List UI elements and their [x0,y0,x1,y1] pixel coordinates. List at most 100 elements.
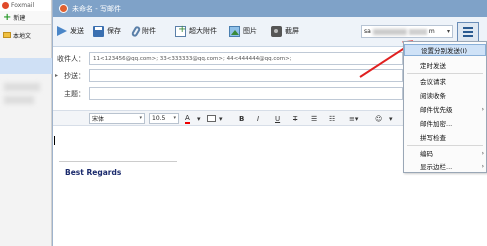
font-family-value: 宋体 [92,116,105,123]
signature-text: Best Regards [65,168,122,177]
mail-client-titlebar: Foxmail [0,0,51,11]
chevron-down-icon: ▾ [197,114,201,123]
highlight-button[interactable] [207,113,216,124]
menu-item-label: 会议请求 [420,78,446,86]
menu-item-meeting-request[interactable]: 会议请求 [404,75,486,87]
menu-item-label: 邮件优先级 [420,106,453,114]
menu-item-encoding[interactable]: 编码 › [404,147,486,159]
italic-button[interactable]: I [257,113,259,124]
cc-label: 抄送： [64,71,85,80]
italic-icon: I [257,114,260,123]
save-icon [93,25,104,37]
font-color-button[interactable]: A [185,113,190,124]
selected-account-item[interactable] [0,58,52,74]
chevron-down-icon: ▾ [219,114,223,123]
font-color-dropdown[interactable]: ▾ [197,113,201,124]
hamburger-icon [463,27,473,29]
menu-item-label: 阅读收条 [420,92,446,100]
save-label: 保存 [107,27,121,35]
menu-item-separate-send[interactable]: 设置分别发送(I) [404,44,486,56]
bold-button[interactable]: B [239,113,244,124]
numbered-list-button[interactable]: ☷ [329,113,335,124]
emoji-button[interactable]: ☺ [375,113,382,124]
screenshot-label: 截屏 [285,27,299,35]
compose-titlebar: 未命名 - 写邮件 [53,0,487,17]
blurred-account-item[interactable] [4,96,34,104]
mail-client-sidebar: Foxmail + 新建 本地文 [0,0,52,246]
paperclip-icon [130,24,142,38]
new-mail-button[interactable]: + 新建 [0,11,51,25]
subject-input[interactable] [89,87,403,100]
send-button[interactable]: 发送 [57,23,84,39]
new-mail-label: 新建 [13,15,26,22]
menu-item-show-sidebar[interactable]: 显示边栏... › [404,160,486,172]
more-options-menu-button[interactable] [457,22,479,42]
menu-item-label: 显示边栏... [420,163,453,171]
chevron-right-icon: › [481,105,484,113]
menu-item-label: 设置分别发送(I) [421,47,467,55]
image-label: 图片 [243,27,257,35]
font-family-select[interactable]: 宋体 ▾ [89,113,145,124]
menu-item-scheduled-send[interactable]: 定时发送 [404,59,486,71]
menu-item-label: 定时发送 [420,62,446,70]
hamburger-icon-line [463,35,473,37]
align-icon: ≡▾ [349,114,359,123]
menu-item-encrypt[interactable]: 邮件加密... [404,117,486,129]
menu-item-label: 邮件加密... [420,120,453,128]
chevron-down-icon: ▾ [139,115,142,121]
local-folder-item[interactable]: 本地文 [0,29,51,41]
mail-client-title: Foxmail [11,2,35,9]
chevron-down-icon: ▾ [446,28,450,35]
menu-item-spell-check[interactable]: 拼写检查 [404,131,486,143]
to-input[interactable]: 11<123456@qq.com>; 33<333333@qq.com>; 44… [89,52,403,65]
blurred-account-item[interactable] [4,83,40,91]
highlight-icon [207,115,216,122]
strikethrough-button[interactable]: T [293,113,297,124]
plus-icon: + [3,11,12,23]
folder-icon [3,32,11,38]
local-folder-label: 本地文 [13,32,32,40]
menu-item-label: 编码 [420,150,433,158]
save-button[interactable]: 保存 [93,23,121,39]
numbered-list-icon: ☷ [329,114,336,123]
underline-button[interactable]: U [275,113,280,124]
menu-item-read-receipt[interactable]: 阅读收条 [404,89,486,101]
font-size-value: 10.5 [152,115,166,122]
bullet-list-icon: ☰ [311,114,318,123]
highlight-dropdown[interactable]: ▾ [219,113,223,124]
font-color-icon: A [185,113,190,122]
camera-icon [271,25,282,37]
hamburger-icon-line [463,31,473,33]
compose-window-title: 未命名 - 写邮件 [72,4,121,13]
signature-divider [59,161,177,162]
emoji-dropdown[interactable]: ▾ [389,113,393,124]
big-attach-label: 超大附件 [189,27,217,35]
menu-separator [407,145,483,146]
image-button[interactable]: 图片 [229,23,257,39]
foxmail-logo-icon [2,2,9,9]
menu-item-priority[interactable]: 邮件优先级 › [404,103,486,115]
subject-label: 主题： [64,89,85,98]
underline-icon: U [275,114,281,123]
big-attach-button[interactable]: 超大附件 [175,23,217,39]
bullet-list-button[interactable]: ☰ [311,113,317,124]
screen: Foxmail + 新建 本地文 未命名 - 写邮件 发送 保存 附件 + 超大… [0,0,487,246]
chevron-down-icon: ▾ [173,115,176,121]
emoji-icon: ☺ [375,114,383,123]
account-selector[interactable]: sa m ▾ [361,25,453,38]
cc-input[interactable] [89,69,403,82]
send-icon [57,26,67,36]
expand-cc-icon[interactable]: ▸ [55,72,58,79]
font-size-select[interactable]: 10.5 ▾ [149,113,179,124]
chevron-right-icon: › [481,162,484,170]
blurred-account-domain [408,28,427,35]
screenshot-button[interactable]: 截屏 [271,23,299,39]
menu-item-label: 拼写检查 [420,134,446,142]
chevron-down-icon: ▾ [389,114,393,123]
attach-button[interactable]: 附件 [130,23,156,39]
align-button[interactable]: ≡▾ [349,113,358,124]
image-icon [229,25,240,37]
attach-label: 附件 [142,27,156,35]
account-suffix: m [428,28,435,35]
bold-icon: B [239,114,245,123]
